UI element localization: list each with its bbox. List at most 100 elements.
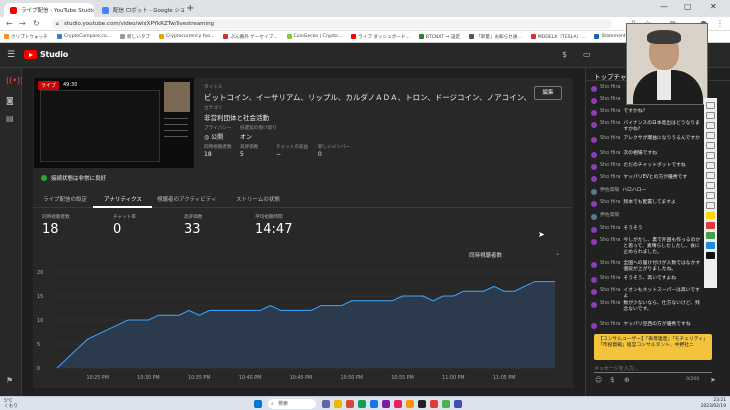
chat-input[interactable]: メッセージを入力... (594, 363, 712, 373)
bookmark-item[interactable]: ぷん番外 ゲーセイブ... (223, 34, 278, 40)
edge-icon[interactable] (370, 400, 378, 408)
feedback-icon[interactable]: ⚑ (6, 376, 13, 385)
undo-icon[interactable] (706, 162, 715, 169)
avatar (591, 163, 597, 170)
studio-logo[interactable]: Studio (24, 50, 68, 59)
chat-message[interactable]: Sho Hira ヤッパリEVとの方が優秀です (591, 175, 703, 182)
menu-kebab-icon[interactable]: ⋮ (716, 19, 724, 28)
chrome-icon[interactable] (346, 400, 354, 408)
bookmark-item[interactable]: Cryptocurrency foo... (159, 34, 214, 39)
file-explorer-icon[interactable] (334, 400, 342, 408)
app-icon[interactable] (394, 400, 402, 408)
emoji-icon[interactable]: ☺ (595, 376, 602, 384)
chat-message[interactable]: Sho Hira 全国への届け付けが人数ではなかす値段が上がりましたね。 (591, 261, 703, 273)
add-icon[interactable]: ⊕ (624, 376, 630, 384)
app-icon[interactable] (430, 400, 438, 408)
forward-icon[interactable]: → (19, 19, 26, 28)
chat-message[interactable]: 伊佐高陽 ハロハロー (591, 188, 703, 195)
bookmark-item[interactable]: ライブ ダッシュボード... (351, 34, 410, 40)
new-tab-icon[interactable]: + (186, 4, 194, 14)
minimize-icon[interactable]: — (660, 2, 668, 11)
chat-message[interactable]: Sho Hira ですかね？ (591, 109, 703, 116)
tab-stream-settings[interactable]: ライブ配信の設定 (43, 195, 87, 203)
live-stream-icon[interactable]: ((•)) (6, 76, 23, 85)
color-black-icon[interactable] (706, 252, 715, 259)
tab-viewer-activity[interactable]: 視聴者のアクティビティ (157, 195, 217, 203)
taskbar-search[interactable]: ⌕ 検索 (268, 399, 316, 409)
y-tick-label: 15 (37, 294, 43, 300)
edit-button[interactable]: 編集 (534, 86, 562, 100)
redo-icon[interactable] (706, 172, 715, 179)
manage-icon[interactable]: ▤ (6, 114, 14, 123)
tab-stream-health[interactable]: ストリームの状態 (236, 195, 280, 203)
color-blue-icon[interactable] (706, 242, 715, 249)
system-clock[interactable]: 23:21 2023/02/19 (694, 398, 726, 409)
chat-message[interactable]: Sho Hira 残本でも配置してますよ (591, 200, 703, 207)
tab-analytics[interactable]: アナリティクス (104, 195, 142, 203)
obs-icon[interactable] (418, 400, 426, 408)
weather-widget[interactable]: 5°C くもり (4, 399, 18, 409)
bookmark-item[interactable]: MODELX（TESLA）... (530, 34, 585, 40)
app-icon[interactable] (442, 400, 450, 408)
back-icon[interactable]: ← (6, 19, 13, 28)
app-icon[interactable] (406, 400, 414, 408)
settings-icon[interactable] (706, 202, 715, 209)
app-icon[interactable] (382, 400, 390, 408)
color-red-icon[interactable] (706, 222, 715, 229)
studio-header: ☰ Studio $ ▭ (0, 43, 730, 68)
lock-icon: 🔒︎ (56, 21, 59, 27)
maximize-icon[interactable]: ▢ (684, 2, 692, 11)
color-yellow-icon[interactable] (706, 212, 715, 219)
create-icon[interactable]: ▭ (583, 50, 591, 59)
pen-icon[interactable] (706, 112, 715, 119)
chat-text: 次の相場ですね (623, 151, 657, 156)
highlighter-icon[interactable] (706, 122, 715, 129)
drawing-toolbar (704, 98, 717, 288)
url-input[interactable]: 🔒︎ studio.youtube.com/video/wlxXPYkRZTw/… (52, 19, 612, 29)
pointer-icon[interactable] (706, 102, 715, 109)
reload-icon[interactable]: ↻ (33, 19, 40, 28)
shape-icon[interactable] (706, 142, 715, 149)
avatar (591, 261, 597, 268)
tab-google-shopping[interactable]: 配信 ロボット - Google ショッピング ✕ (96, 3, 184, 17)
super-chat-icon[interactable]: $ (610, 376, 614, 384)
chat-message[interactable]: Sho Hira そうそう、高いですよね (591, 276, 703, 283)
chat-message[interactable]: Sho Hira イオンもネットスーパーは高いですよ (591, 288, 703, 300)
eraser-icon[interactable] (706, 132, 715, 139)
save-icon[interactable] (706, 192, 715, 199)
chat-message[interactable]: Sho Hira そうそう (591, 226, 703, 233)
chat-message[interactable]: Sho Hira 数が少ないなら、仕方ないけど、残念ないです。 (591, 301, 703, 313)
chat-message[interactable]: Sho Hira バイナンスの日本進出はどうなりますかね？ (591, 121, 703, 133)
chat-message[interactable]: Sho Hira 今しがたし、裏で外国も作っるのかと思って、素晴らしたしたし、食に… (591, 238, 703, 257)
chat-message[interactable]: Sho Hira 次の相場ですね (591, 151, 703, 158)
close-window-icon[interactable]: ✕ (710, 2, 717, 11)
stream-preview[interactable]: ライブ 49:30 (34, 78, 194, 168)
youtube-logo-icon (24, 50, 37, 59)
chat-message[interactable]: Sho Hira ヤッパリ豆西の方が優秀ですね (591, 322, 703, 329)
app-icon[interactable] (454, 400, 462, 408)
bookmark-item[interactable]: 新しいタブ (120, 34, 150, 40)
metric-selector-dropdown[interactable]: 同時視聴者数 ⌄ (469, 250, 560, 259)
hamburger-menu-icon[interactable]: ☰ (7, 50, 15, 60)
app-icon[interactable] (358, 400, 366, 408)
bookmark-item[interactable]: CryptoCompare.co... (56, 34, 111, 39)
color-green-icon[interactable] (706, 232, 715, 239)
monetization-icon[interactable]: $ (562, 50, 567, 59)
chat-message[interactable]: Sho Hira ただのチャットボットですね (591, 163, 703, 170)
pinned-message: 【コンサルユーザー】「表母連音」「モチェリティ」「市投資戦」経営コンサルタント、… (594, 334, 712, 360)
teams-icon[interactable] (322, 400, 330, 408)
bookmark-item[interactable]: CoinGecko | Crypto... (286, 34, 342, 39)
chat-message[interactable]: Sho Hira アレクサが爆益になりうるんですか (591, 136, 703, 143)
chat-message[interactable]: 伊佐高陽 (591, 213, 703, 220)
clear-icon[interactable] (706, 182, 715, 189)
bookmark-item[interactable]: BTCNXT ⇒ 設定 (418, 34, 460, 40)
tab-youtube-studio[interactable]: ライブ配信 - YouTube Studio ✕ (4, 3, 94, 17)
bookmark-item[interactable]: 「単量」お知らせ通... (469, 34, 522, 40)
camera-icon[interactable]: ◙ (6, 96, 14, 105)
chat-text: バイナンスの日本進出はどうなりますかね？ (623, 121, 700, 133)
mouse-cursor-icon: ➤ (538, 230, 545, 239)
send-icon[interactable]: ➤ (710, 376, 716, 384)
bookmark-item[interactable]: クリプトウォッチ (4, 34, 48, 40)
start-icon[interactable] (254, 400, 262, 408)
text-tool-icon[interactable] (706, 152, 715, 159)
